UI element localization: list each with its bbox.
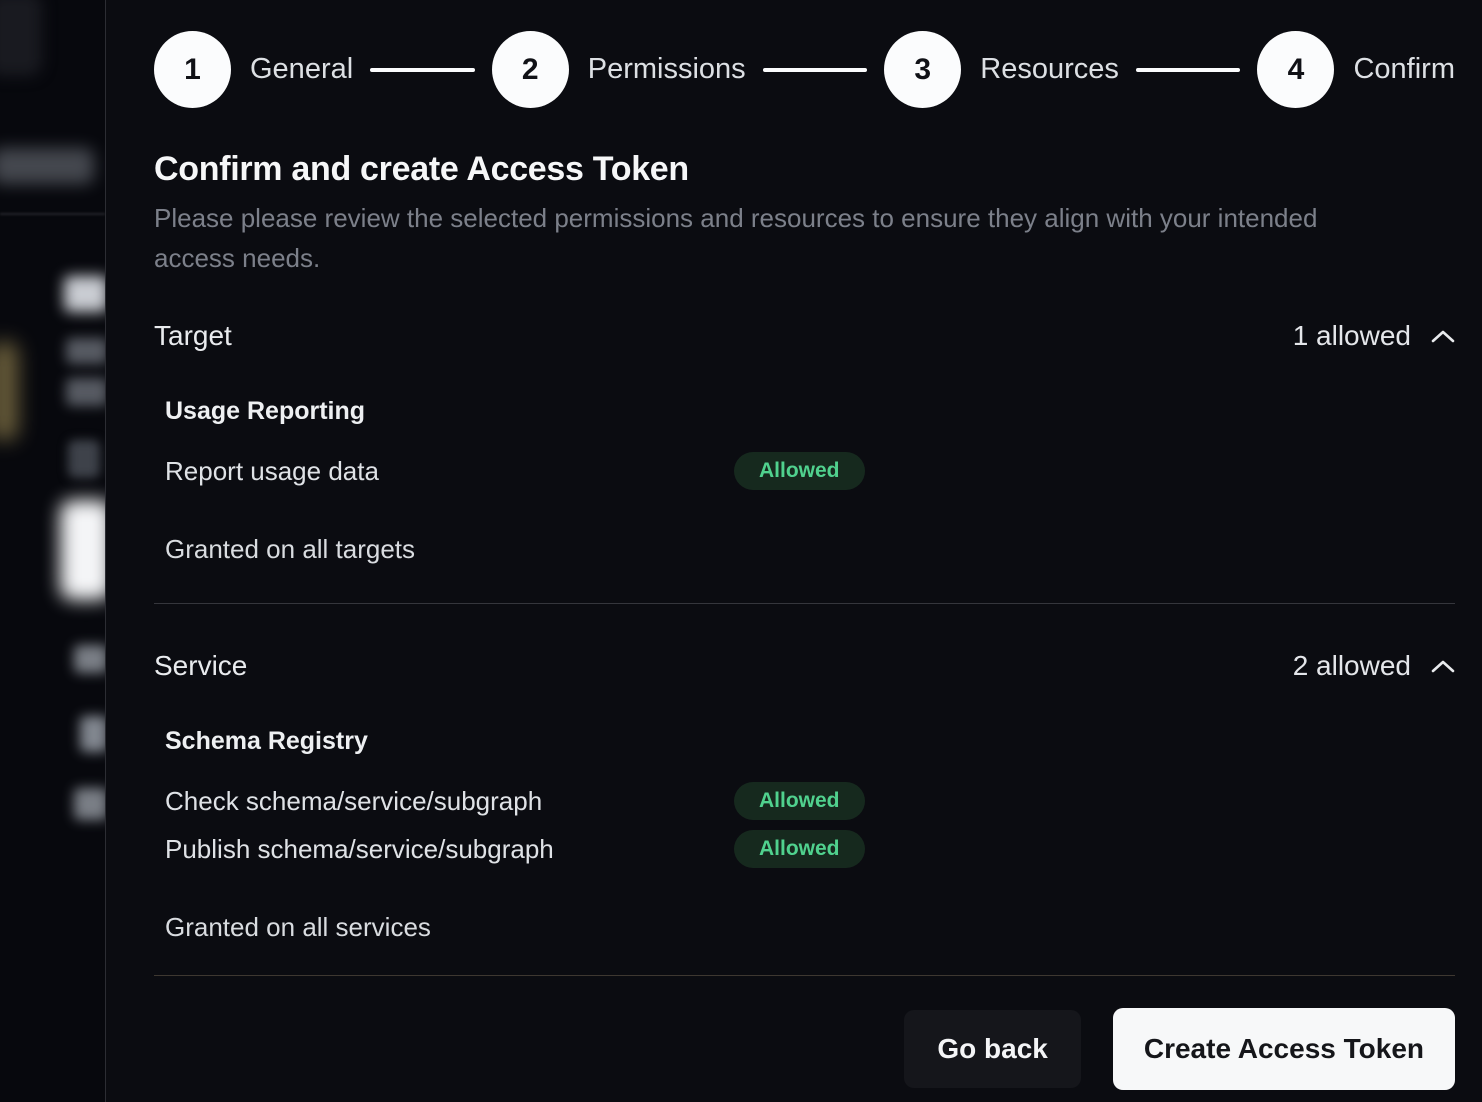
section-header-service: Service 2 allowed — [154, 648, 1455, 684]
stepper-connector — [1136, 68, 1241, 72]
wizard-stepper: 1 General 2 Permissions 3 Resources 4 Co… — [154, 31, 1455, 108]
step-number-circle: 2 — [492, 31, 569, 108]
stepper-step-confirm[interactable]: 4 Confirm — [1257, 31, 1455, 108]
blurred-text-fragment — [74, 645, 105, 673]
stepper-step-general[interactable]: 1 General — [154, 31, 353, 108]
blurred-white-card — [60, 500, 105, 600]
background-sidebar — [0, 0, 105, 1102]
allowed-count: 1 allowed — [1293, 320, 1411, 352]
permission-row: Publish schema/service/subgraph Allowed — [154, 830, 1455, 868]
step-label: General — [250, 53, 353, 86]
section-divider — [154, 603, 1455, 604]
permission-group-name: Schema Registry — [154, 726, 1455, 756]
allowed-count: 2 allowed — [1293, 650, 1411, 682]
go-back-button[interactable]: Go back — [904, 1010, 1080, 1088]
stepper-connector — [763, 68, 868, 72]
section-title: Service — [154, 650, 247, 682]
create-access-token-modal: 1 General 2 Permissions 3 Resources 4 Co… — [105, 0, 1482, 1102]
section-collapse-toggle[interactable]: 2 allowed — [1293, 650, 1455, 682]
section-collapse-toggle[interactable]: 1 allowed — [1293, 320, 1455, 352]
permission-row: Check schema/service/subgraph Allowed — [154, 782, 1455, 820]
page-title: Confirm and create Access Token — [154, 150, 1455, 189]
status-badge: Allowed — [734, 830, 865, 868]
permission-label: Report usage data — [165, 456, 734, 487]
permission-label: Publish schema/service/subgraph — [165, 834, 734, 865]
blurred-text-fragment — [74, 788, 105, 820]
status-badge: Allowed — [734, 782, 865, 820]
step-label: Permissions — [588, 53, 746, 86]
granted-note: Granted on all services — [154, 912, 1455, 943]
step-number-circle: 4 — [1257, 31, 1334, 108]
modal-footer: Go back Create Access Token — [154, 1008, 1455, 1090]
blurred-logo — [0, 0, 42, 76]
page-description: Please please review the selected permis… — [154, 198, 1382, 278]
step-number-circle: 3 — [884, 31, 961, 108]
blurred-text-fragment — [80, 716, 105, 752]
stepper-connector — [370, 68, 475, 72]
blurred-divider — [0, 213, 105, 215]
blurred-nav-item — [0, 148, 94, 184]
blurred-heading-text — [64, 276, 105, 312]
blurred-text-line — [66, 338, 105, 364]
stepper-step-permissions[interactable]: 2 Permissions — [492, 31, 746, 108]
step-number-circle: 1 — [154, 31, 231, 108]
step-label: Resources — [980, 53, 1119, 86]
permission-row: Report usage data Allowed — [154, 452, 1455, 490]
step-label: Confirm — [1353, 53, 1455, 86]
chevron-up-icon — [1431, 329, 1455, 343]
footer-divider — [154, 975, 1455, 976]
blurred-text-line — [66, 378, 105, 406]
granted-note: Granted on all targets — [154, 534, 1455, 565]
permission-group-name: Usage Reporting — [154, 396, 1455, 426]
create-access-token-button[interactable]: Create Access Token — [1113, 1008, 1455, 1090]
status-badge: Allowed — [734, 452, 865, 490]
chevron-up-icon — [1431, 659, 1455, 673]
section-header-target: Target 1 allowed — [154, 318, 1455, 354]
stepper-step-resources[interactable]: 3 Resources — [884, 31, 1119, 108]
blurred-icon — [68, 440, 100, 478]
section-title: Target — [154, 320, 232, 352]
permission-label: Check schema/service/subgraph — [165, 786, 734, 817]
blurred-accent-blob — [0, 342, 18, 440]
